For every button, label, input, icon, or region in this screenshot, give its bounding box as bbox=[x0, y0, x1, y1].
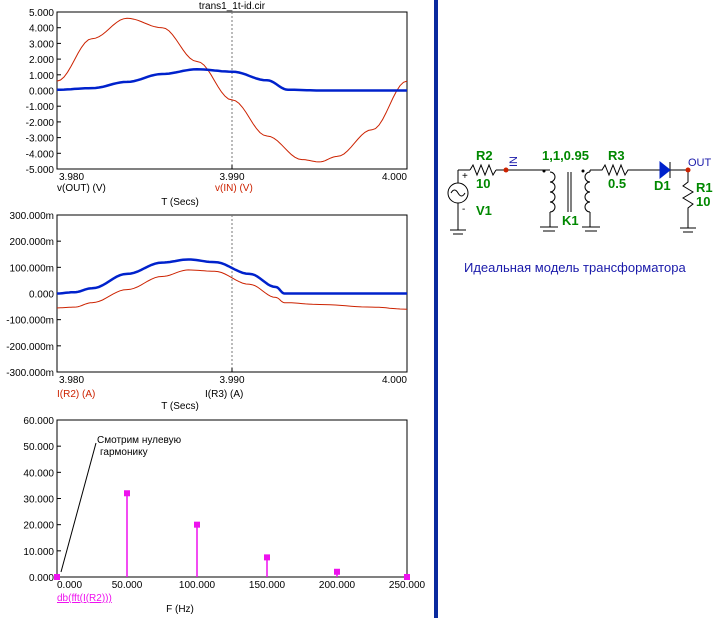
legend-vout[interactable]: v(OUT) (V) bbox=[57, 183, 106, 194]
legend-fft[interactable]: db(fft(I(R2))) bbox=[57, 593, 112, 604]
sine-icon bbox=[450, 189, 466, 197]
label-r3: R3 bbox=[608, 148, 625, 163]
x-axis-label: T (Secs) bbox=[161, 197, 199, 208]
plus-sign: + bbox=[462, 171, 468, 182]
y-tick-label: 3.000 bbox=[29, 39, 54, 50]
y-tick-label: 60.000 bbox=[23, 416, 54, 427]
x-tick-label: 50.000 bbox=[112, 580, 143, 591]
x-tick-label: 3.980 bbox=[59, 375, 84, 386]
y-tick-label: -3.000 bbox=[26, 134, 55, 145]
label-d1: D1 bbox=[654, 178, 671, 193]
x-tick-label: 250.000 bbox=[389, 580, 426, 591]
x-tick-label: 4.000 bbox=[382, 375, 407, 386]
x-tick-label: 3.980 bbox=[59, 172, 84, 183]
file-title: trans1_1t-id.cir bbox=[199, 1, 266, 12]
legend-ir3[interactable]: I(R3) (A) bbox=[205, 389, 243, 400]
net-label-in: IN bbox=[508, 156, 520, 167]
y-tick-label: 1.000 bbox=[29, 71, 54, 82]
y-tick-label: 0.000 bbox=[29, 573, 54, 584]
value-r2: 10 bbox=[476, 176, 490, 191]
y-tick-label: 100.000m bbox=[10, 263, 54, 274]
y-tick-label: -200.000m bbox=[6, 342, 54, 353]
y-tick-label: 30.000 bbox=[23, 495, 54, 506]
fft-marker[interactable] bbox=[264, 554, 270, 561]
dot-primary bbox=[542, 169, 546, 173]
x-tick-label: 100.000 bbox=[179, 580, 216, 591]
legend-ir2[interactable]: I(R2) (A) bbox=[57, 389, 95, 400]
annotation-line1: Смотрим нулевую bbox=[97, 435, 182, 446]
y-tick-label: -300.000m bbox=[6, 368, 54, 379]
panel-divider bbox=[434, 0, 438, 618]
chart-fft: 60.000 50.000 40.000 30.000 20.000 10.000 0.00… bbox=[23, 416, 425, 615]
fft-marker[interactable] bbox=[404, 574, 410, 580]
value-r1: 10 bbox=[696, 194, 710, 209]
y-tick-label: 200.000m bbox=[10, 237, 54, 248]
transformer-secondary[interactable] bbox=[584, 171, 591, 213]
resistor-r2[interactable] bbox=[469, 163, 497, 177]
x-tick-label: 3.990 bbox=[219, 172, 244, 183]
value-k1: 1,1,0.95 bbox=[542, 148, 589, 163]
fft-marker[interactable] bbox=[124, 490, 130, 497]
x-axis-label: F (Hz) bbox=[166, 604, 194, 615]
caption: Идеальная модель трансформатора bbox=[464, 260, 686, 275]
y-tick-label: 10.000 bbox=[23, 547, 54, 558]
resistor-r3[interactable] bbox=[590, 163, 658, 177]
y-tick-label: -1.000 bbox=[26, 102, 55, 113]
y-tick-label: 50.000 bbox=[23, 442, 54, 453]
y-tick-label: 40.000 bbox=[23, 468, 54, 479]
x-tick-label: 0.000 bbox=[57, 580, 82, 591]
minus-sign: - bbox=[462, 204, 465, 215]
schematic: + - R2 10 V1 IN 1,1,0.95 K1 R3 0.5 D1 OU… bbox=[447, 148, 713, 275]
label-k1: K1 bbox=[562, 213, 579, 228]
dot-secondary bbox=[581, 169, 585, 173]
x-axis-label: T (Secs) bbox=[161, 401, 199, 412]
fft-marker[interactable] bbox=[54, 574, 60, 580]
transformer-primary[interactable] bbox=[549, 171, 556, 213]
y-tick-label: -2.000 bbox=[26, 118, 55, 129]
x-tick-label: 3.990 bbox=[219, 375, 244, 386]
x-tick-label: 150.000 bbox=[249, 580, 286, 591]
label-v1: V1 bbox=[476, 203, 492, 218]
chart-voltages: trans1_1t-id.cir 5.000 4.000 3.000 2.000 1.0… bbox=[26, 1, 408, 208]
plots-area: trans1_1t-id.cir 5.000 4.000 3.000 2.000 1.0… bbox=[6, 1, 425, 615]
fft-marker[interactable] bbox=[194, 521, 200, 528]
x-tick-label: 200.000 bbox=[319, 580, 356, 591]
y-tick-label: -4.000 bbox=[26, 149, 55, 160]
node-in[interactable] bbox=[503, 167, 509, 173]
net-label-out: OUT bbox=[688, 157, 712, 169]
fft-marker[interactable] bbox=[334, 568, 340, 575]
y-tick-label: 300.000m bbox=[10, 211, 54, 222]
chart-currents: 300.000m 200.000m 100.000m 0.000 -100.000m -2… bbox=[6, 211, 408, 412]
label-r2: R2 bbox=[476, 148, 493, 163]
y-tick-label: 20.000 bbox=[23, 521, 54, 532]
y-tick-label: -100.000m bbox=[6, 316, 54, 327]
y-tick-label: 4.000 bbox=[29, 24, 54, 35]
x-tick-label: 4.000 bbox=[382, 172, 407, 183]
annotation-line2: гармонику bbox=[100, 447, 148, 458]
y-tick-label: 0.000 bbox=[29, 290, 54, 301]
y-tick-label: 2.000 bbox=[29, 55, 54, 66]
y-tick-label: 0.000 bbox=[29, 87, 54, 98]
y-tick-label: 5.000 bbox=[29, 8, 54, 19]
label-r1: R1 bbox=[696, 180, 713, 195]
value-r3: 0.5 bbox=[608, 176, 626, 191]
y-tick-label: -5.000 bbox=[26, 165, 55, 176]
resistor-r1[interactable] bbox=[682, 170, 694, 228]
diode-d1[interactable] bbox=[659, 160, 671, 180]
legend-vin[interactable]: v(IN) (V) bbox=[215, 183, 253, 194]
